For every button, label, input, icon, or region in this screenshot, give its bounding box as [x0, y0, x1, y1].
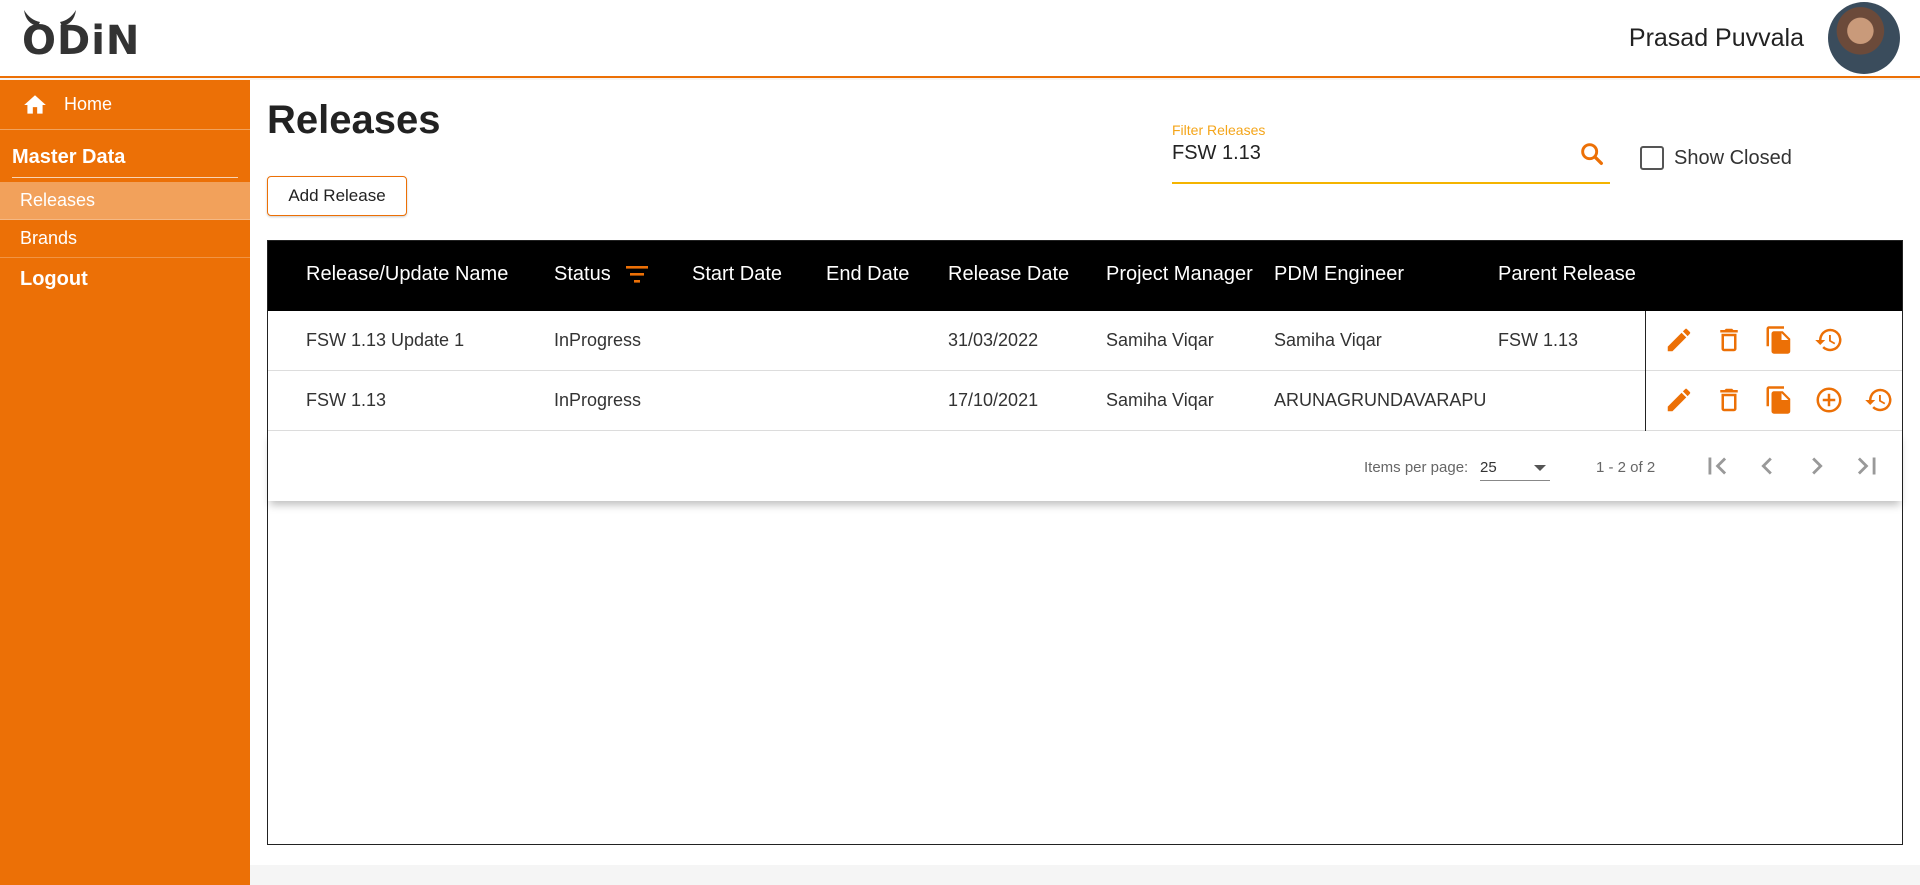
column-header[interactable]: Release Date — [948, 263, 1069, 286]
filter-label: Filter Releases — [1172, 122, 1266, 138]
column-header[interactable]: Parent Release — [1498, 263, 1636, 286]
filter-releases-field[interactable]: Filter Releases FSW 1.13 — [1172, 122, 1610, 184]
cell-release-date: 31/03/2022 — [948, 330, 1039, 350]
sidebar-section-title: Master Data — [12, 146, 126, 168]
table-header: Release/Update Name Status Start Date En… — [268, 241, 1902, 311]
dropdown-arrow-icon — [1534, 465, 1546, 471]
avatar[interactable] — [1828, 2, 1900, 74]
row-actions — [1645, 311, 1902, 371]
edit-icon[interactable] — [1664, 325, 1694, 355]
sidebar: Home Master Data Releases Brands Logout — [0, 80, 250, 885]
cell-status: InProgress — [554, 330, 642, 350]
sidebar-item-label: Releases — [20, 190, 96, 210]
sidebar-item-label: Home — [64, 94, 113, 114]
row-actions — [1645, 371, 1902, 431]
releases-table: Release/Update Name Status Start Date En… — [267, 240, 1903, 845]
search-icon[interactable] — [1578, 140, 1606, 168]
show-closed-label: Show Closed — [1674, 146, 1792, 169]
sidebar-item-home[interactable]: Home — [0, 80, 250, 130]
top-bar: ODiN Prasad Puvvala — [0, 0, 1920, 78]
filter-input[interactable]: FSW 1.13 — [1172, 142, 1261, 165]
sidebar-item-label: Brands — [20, 228, 78, 248]
items-per-page-select[interactable]: 25 — [1480, 455, 1550, 481]
page-title: Releases — [267, 98, 441, 142]
delete-icon[interactable] — [1714, 385, 1744, 415]
next-page-icon[interactable] — [1800, 449, 1834, 483]
cell-pdm-engineer: ARUNAGRUNDAVARAPU — [1274, 390, 1487, 410]
sidebar-divider — [12, 177, 238, 178]
items-per-page-value: 25 — [1480, 459, 1497, 476]
column-header[interactable]: Project Manager — [1106, 263, 1253, 286]
history-icon[interactable] — [1814, 325, 1844, 355]
main-content: Releases Add Release Filter Releases FSW… — [250, 80, 1920, 865]
page-range-label: 1 - 2 of 2 — [1596, 459, 1656, 476]
first-page-icon[interactable] — [1700, 449, 1734, 483]
table-row[interactable]: FSW 1.13 Update 1 InProgress 31/03/2022 … — [268, 311, 1902, 371]
history-icon[interactable] — [1864, 385, 1894, 415]
copy-icon[interactable] — [1764, 325, 1794, 355]
cell-name: FSW 1.13 Update 1 — [306, 330, 465, 350]
cell-project-manager: Samiha Viqar — [1106, 330, 1214, 350]
home-icon — [24, 94, 46, 114]
cell-status: InProgress — [554, 390, 642, 410]
show-closed-toggle[interactable]: Show Closed — [1640, 146, 1792, 170]
last-page-icon[interactable] — [1850, 449, 1884, 483]
sidebar-item-logout[interactable]: Logout — [0, 258, 250, 301]
copy-icon[interactable] — [1764, 385, 1794, 415]
edit-icon[interactable] — [1664, 385, 1694, 415]
column-header[interactable]: Start Date — [692, 263, 782, 286]
paginator: Items per page: 25 1 - 2 of 2 — [268, 431, 1902, 501]
cell-name: FSW 1.13 — [306, 390, 387, 410]
footer-strip — [250, 865, 1920, 885]
previous-page-icon[interactable] — [1750, 449, 1784, 483]
column-header[interactable]: PDM Engineer — [1274, 263, 1404, 286]
column-header[interactable]: Status — [554, 263, 611, 286]
add-release-button[interactable]: Add Release — [267, 176, 407, 216]
cell-project-manager: Samiha Viqar — [1106, 390, 1214, 410]
user-name: Prasad Puvvala — [1628, 24, 1804, 52]
app-logo[interactable]: ODiN — [22, 18, 140, 64]
cell-release-date: 17/10/2021 — [948, 390, 1039, 410]
cell-parent-release: FSW 1.13 — [1498, 330, 1579, 350]
table-row[interactable]: FSW 1.13 InProgress 17/10/2021 Samiha Vi… — [268, 371, 1902, 431]
filter-list-icon[interactable] — [624, 263, 650, 285]
sidebar-item-brands[interactable]: Brands — [0, 220, 250, 258]
items-per-page-label: Items per page: — [1364, 459, 1469, 476]
column-header[interactable]: End Date — [826, 263, 909, 286]
show-closed-checkbox[interactable] — [1640, 146, 1664, 170]
cell-pdm-engineer: Samiha Viqar — [1274, 330, 1382, 350]
column-header[interactable]: Release/Update Name — [306, 263, 508, 286]
sidebar-item-releases[interactable]: Releases — [0, 182, 250, 220]
delete-icon[interactable] — [1714, 325, 1744, 355]
add-circle-icon[interactable] — [1814, 385, 1844, 415]
